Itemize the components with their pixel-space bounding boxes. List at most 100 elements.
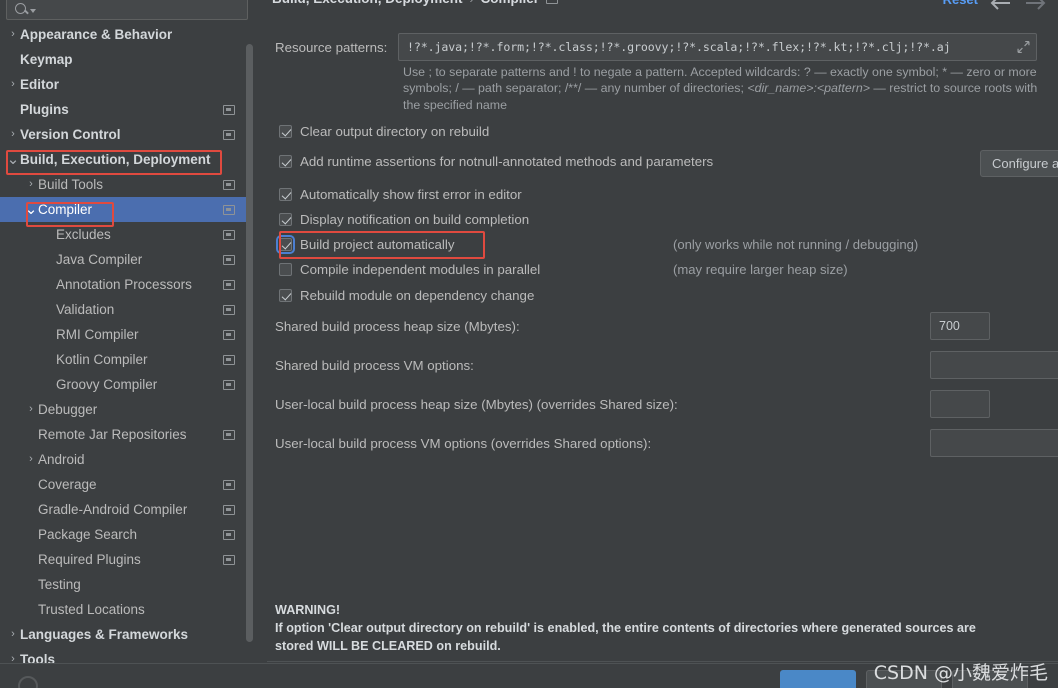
sidebar-item-tools[interactable]: › Tools bbox=[0, 647, 253, 663]
chevron-right-icon[interactable]: › bbox=[24, 179, 38, 190]
user-heap-label: User-local build process heap size (Mbyt… bbox=[275, 397, 678, 412]
expand-arrows-icon[interactable] bbox=[1017, 40, 1030, 54]
user-vm-label: User-local build process VM options (ove… bbox=[275, 436, 652, 451]
sidebar-item-excludes[interactable]: Excludes bbox=[0, 222, 253, 247]
sidebar-item-label: Build, Execution, Deployment bbox=[20, 152, 211, 167]
sidebar-item-label: Build Tools bbox=[38, 177, 104, 192]
sidebar-item-remote-jar-repositories[interactable]: Remote Jar Repositories bbox=[0, 422, 253, 447]
sidebar-item-keymap[interactable]: Keymap bbox=[0, 47, 253, 72]
sidebar-item-languages-frameworks[interactable]: › Languages & Frameworks bbox=[0, 622, 253, 647]
project-settings-icon bbox=[223, 529, 235, 540]
sidebar-item-label: Annotation Processors bbox=[56, 277, 192, 292]
chevron-down-icon[interactable]: ⌄ bbox=[24, 202, 38, 217]
checkbox-label-show-first-error: Automatically show first error in editor bbox=[300, 187, 522, 202]
sidebar-item-plugins[interactable]: Plugins bbox=[0, 97, 253, 122]
checkbox-add-runtime-assertions[interactable] bbox=[279, 155, 292, 168]
settings-search-box[interactable] bbox=[6, 0, 248, 20]
search-input[interactable] bbox=[39, 0, 239, 13]
checkbox-row-display-notification[interactable]: Display notification on build completion bbox=[279, 212, 529, 227]
checkbox-compile-independent-modules-in-parallel[interactable] bbox=[279, 263, 292, 276]
resource-patterns-input[interactable]: !?*.java;!?*.form;!?*.class;!?*.groovy;!… bbox=[398, 33, 1037, 61]
chevron-down-icon[interactable] bbox=[30, 8, 36, 13]
checkbox-row-clear-output[interactable]: Clear output directory on rebuild bbox=[279, 124, 489, 139]
sidebar-item-label: Editor bbox=[20, 77, 59, 92]
sidebar-item-label: Version Control bbox=[20, 127, 121, 142]
sidebar-scrollbar[interactable] bbox=[246, 44, 253, 642]
search-icon-group[interactable] bbox=[15, 3, 36, 14]
resource-patterns-hint: Use ; to separate patterns and ! to nega… bbox=[403, 65, 1038, 112]
sidebar-item-trusted-locations[interactable]: Trusted Locations bbox=[0, 597, 253, 622]
sidebar-item-build-tools[interactable]: › Build Tools bbox=[0, 172, 253, 197]
resource-patterns-label-wrap: Resource patterns: bbox=[275, 40, 387, 55]
checkbox-rebuild-module-on-dependency-change[interactable] bbox=[279, 289, 292, 302]
settings-sidebar: › Appearance & Behavior Keymap › Editor Plugi… bbox=[0, 0, 253, 663]
note-build-project-automatically: (only works while not running / debuggin… bbox=[673, 237, 919, 252]
sidebar-item-editor[interactable]: › Editor bbox=[0, 72, 253, 97]
sidebar-item-android[interactable]: › Android bbox=[0, 447, 253, 472]
checkbox-display-notification[interactable] bbox=[279, 213, 292, 226]
project-settings-icon bbox=[223, 254, 235, 265]
chevron-right-icon[interactable]: › bbox=[6, 654, 20, 664]
chevron-right-icon[interactable]: › bbox=[6, 629, 20, 640]
sidebar-item-java-compiler[interactable]: Java Compiler bbox=[0, 247, 253, 272]
checkbox-label-runtime-assertions: Add runtime assertions for notnull-annot… bbox=[300, 154, 714, 169]
sidebar-item-label: RMI Compiler bbox=[56, 327, 139, 342]
user-heap-input[interactable] bbox=[930, 390, 990, 418]
chevron-right-icon[interactable]: › bbox=[6, 79, 20, 90]
checkbox-row-build-project-automatically[interactable]: Build project automatically bbox=[276, 235, 455, 254]
back-button[interactable] bbox=[988, 0, 1014, 12]
chevron-right-icon[interactable]: › bbox=[6, 129, 20, 140]
sidebar-item-validation[interactable]: Validation bbox=[0, 297, 253, 322]
project-settings-icon bbox=[223, 304, 235, 315]
configure-annotations-button[interactable]: Configure annotations... bbox=[980, 150, 1058, 177]
checkbox-automatically-show-first-error[interactable] bbox=[279, 188, 292, 201]
sidebar-item-label: Package Search bbox=[38, 527, 138, 542]
sidebar-item-label: Languages & Frameworks bbox=[20, 627, 189, 642]
sidebar-item-build-execution-deployment[interactable]: ⌄ Build, Execution, Deployment bbox=[0, 147, 253, 172]
project-settings-icon bbox=[223, 204, 235, 215]
warning-title: WARNING! bbox=[275, 603, 341, 617]
sidebar-item-required-plugins[interactable]: Required Plugins bbox=[0, 547, 253, 572]
shared-heap-label: Shared build process heap size (Mbytes): bbox=[275, 319, 520, 334]
checkbox-label-clear-output: Clear output directory on rebuild bbox=[300, 124, 490, 139]
sidebar-item-gradle-android-compiler[interactable]: Gradle-Android Compiler bbox=[0, 497, 253, 522]
sidebar-item-appearance-behavior[interactable]: › Appearance & Behavior bbox=[0, 22, 253, 47]
project-settings-icon bbox=[223, 554, 235, 565]
sidebar-item-coverage[interactable]: Coverage bbox=[0, 472, 253, 497]
sidebar-item-label: Trusted Locations bbox=[38, 602, 145, 617]
checkbox-label-build-project-automatically: Build project automatically bbox=[300, 237, 455, 252]
sidebar-item-debugger[interactable]: › Debugger bbox=[0, 397, 253, 422]
reset-link[interactable]: Reset bbox=[943, 0, 978, 7]
checkbox-row-compile-parallel[interactable]: Compile independent modules in parallel bbox=[279, 262, 540, 277]
sidebar-item-annotation-processors[interactable]: Annotation Processors bbox=[0, 272, 253, 297]
checkbox-row-runtime-assertions[interactable]: Add runtime assertions for notnull-annot… bbox=[279, 154, 713, 169]
settings-tree[interactable]: › Appearance & Behavior Keymap › Editor Plugi… bbox=[0, 22, 253, 663]
checkbox-build-project-automatically[interactable] bbox=[276, 235, 295, 254]
chevron-right-icon[interactable]: › bbox=[24, 404, 38, 415]
chevron-down-icon[interactable]: ⌄ bbox=[6, 152, 20, 167]
sidebar-item-rmi-compiler[interactable]: RMI Compiler bbox=[0, 322, 253, 347]
sidebar-item-kotlin-compiler[interactable]: Kotlin Compiler bbox=[0, 347, 253, 372]
sidebar-item-version-control[interactable]: › Version Control bbox=[0, 122, 253, 147]
user-vm-input[interactable] bbox=[930, 429, 1058, 457]
search-icon bbox=[15, 3, 26, 14]
project-settings-icon bbox=[223, 279, 235, 290]
checkbox-row-rebuild-module[interactable]: Rebuild module on dependency change bbox=[279, 288, 534, 303]
checkbox-row-show-first-error[interactable]: Automatically show first error in editor bbox=[279, 187, 522, 202]
project-settings-icon bbox=[223, 504, 235, 515]
sidebar-item-label: Android bbox=[38, 452, 85, 467]
checkbox-clear-output-directory[interactable] bbox=[279, 125, 292, 138]
sidebar-item-compiler[interactable]: ⌄ Compiler bbox=[0, 197, 253, 222]
sidebar-item-testing[interactable]: Testing bbox=[0, 572, 253, 597]
shared-heap-input[interactable]: 700 bbox=[930, 312, 990, 340]
chevron-right-icon[interactable]: › bbox=[6, 29, 20, 40]
breadcrumb-current: Compiler bbox=[481, 0, 540, 6]
forward-button[interactable] bbox=[1022, 0, 1048, 12]
sidebar-item-groovy-compiler[interactable]: Groovy Compiler bbox=[0, 372, 253, 397]
sidebar-item-package-search[interactable]: Package Search bbox=[0, 522, 253, 547]
ok-button[interactable] bbox=[780, 670, 856, 688]
breadcrumb-parent[interactable]: Build, Execution, Deployment bbox=[272, 0, 463, 6]
chevron-right-icon[interactable]: › bbox=[24, 454, 38, 465]
shared-vm-input[interactable] bbox=[930, 351, 1058, 379]
sidebar-item-label: Plugins bbox=[20, 102, 69, 117]
